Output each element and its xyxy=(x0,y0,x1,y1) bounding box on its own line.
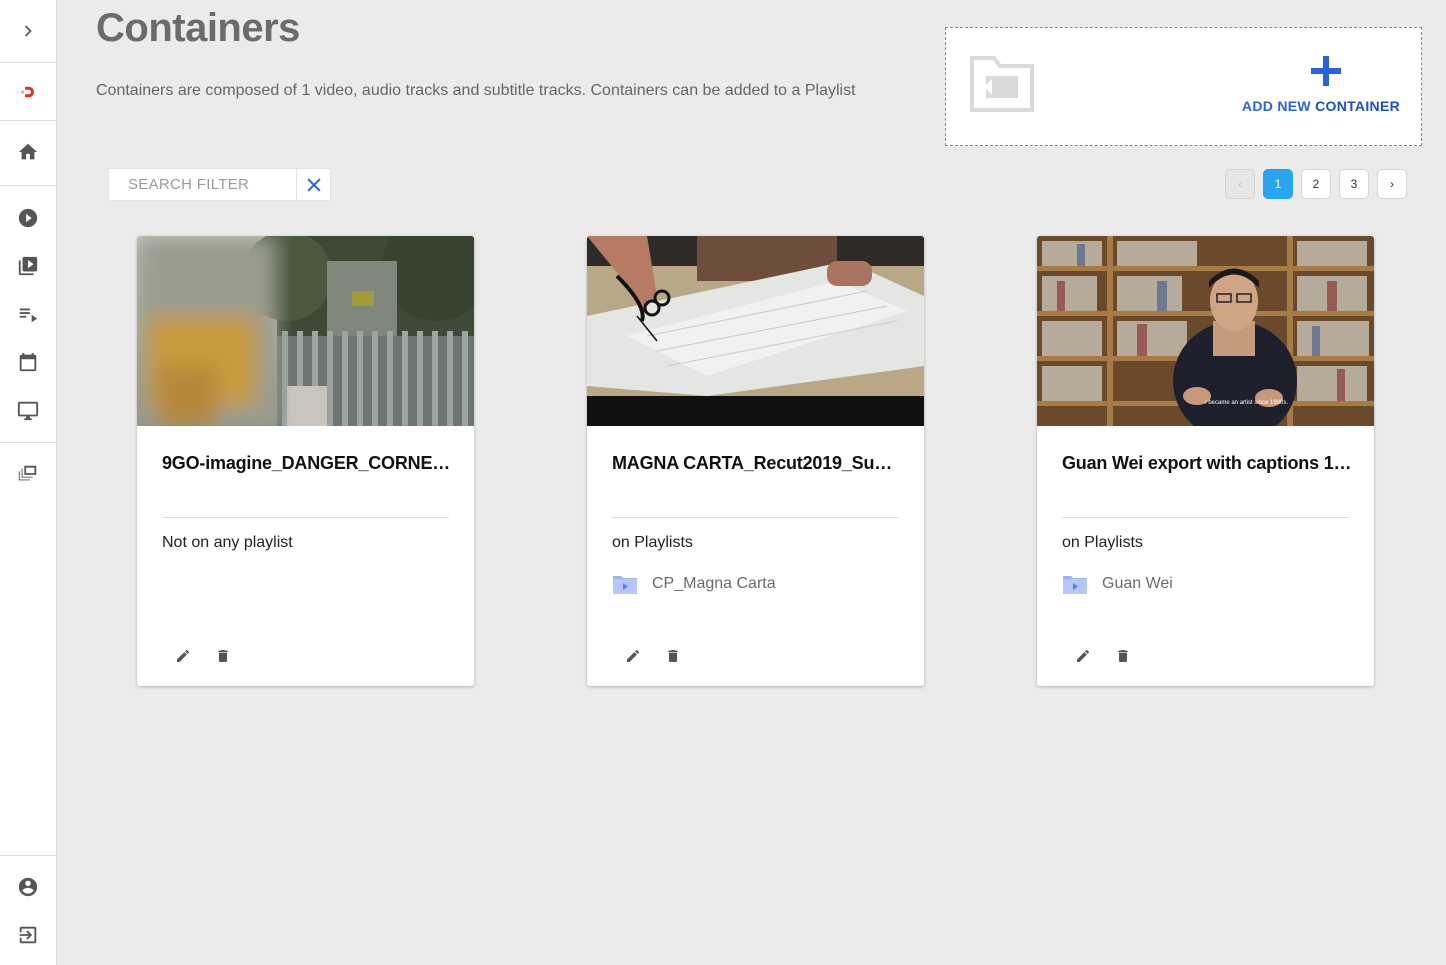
nav-logout[interactable] xyxy=(0,913,56,957)
add-new-container-label: ADD NEW CONTAINER xyxy=(1241,98,1400,114)
logout-icon xyxy=(19,926,37,944)
nav-home[interactable] xyxy=(0,130,56,174)
nav-playlists[interactable] xyxy=(0,292,56,336)
pagination-next-button[interactable]: › xyxy=(1377,169,1407,199)
monitor-icon xyxy=(17,401,39,421)
delete-button[interactable] xyxy=(213,646,233,666)
card-actions xyxy=(1073,646,1153,666)
pagination-page-3[interactable]: 3 xyxy=(1339,169,1369,199)
container-title: Guan Wei export with captions 1… xyxy=(1062,453,1352,473)
container-card[interactable]: 9GO-imagine_DANGER_CORNELI… Not on any p… xyxy=(137,236,474,686)
playlist-status: Not on any playlist xyxy=(162,534,293,551)
playlist-icon xyxy=(19,308,38,323)
edit-button[interactable] xyxy=(623,646,643,666)
delete-button[interactable] xyxy=(1113,646,1133,666)
playlist-link[interactable]: CP_Magna Carta xyxy=(612,573,776,595)
expand-sidebar-button[interactable] xyxy=(0,7,56,55)
playlist-status: on Playlists xyxy=(1062,534,1143,551)
chevron-right-icon xyxy=(24,25,32,37)
trash-icon xyxy=(1118,650,1128,662)
card-actions xyxy=(623,646,703,666)
container-thumbnail xyxy=(587,236,924,426)
playlist-folder-icon xyxy=(613,576,637,594)
trash-icon xyxy=(218,650,228,662)
nav-containers[interactable] xyxy=(0,244,56,288)
playlist-link[interactable]: Guan Wei xyxy=(1062,573,1173,595)
container-card[interactable]: MAGNA CARTA_Recut2019_Sub… on Playlists … xyxy=(587,236,924,686)
video-library-icon xyxy=(18,256,38,276)
logo-icon xyxy=(21,86,34,98)
sidebar xyxy=(0,0,57,965)
playlist-name: CP_Magna Carta xyxy=(652,575,776,592)
play-circle-icon xyxy=(18,208,38,228)
app-logo[interactable] xyxy=(0,70,56,114)
playlist-folder-icon xyxy=(1063,576,1087,594)
clear-search-button[interactable] xyxy=(296,169,330,200)
calendar-icon xyxy=(19,352,37,372)
nav-schedule[interactable] xyxy=(0,340,56,384)
account-circle-icon xyxy=(18,877,38,897)
pagination-prev-button[interactable]: ‹ xyxy=(1225,169,1255,199)
container-card[interactable]: I became an artist since 1980s. Guan Wei… xyxy=(1037,236,1374,686)
container-thumbnail xyxy=(137,236,474,426)
playlist-name: Guan Wei xyxy=(1102,575,1173,592)
home-icon xyxy=(18,143,38,160)
page-description: Containers are composed of 1 video, audi… xyxy=(96,82,856,99)
container-title: MAGNA CARTA_Recut2019_Sub… xyxy=(612,453,902,473)
card-actions xyxy=(173,646,253,666)
pagination-page-2[interactable]: 2 xyxy=(1301,169,1331,199)
edit-button[interactable] xyxy=(1073,646,1093,666)
plus-icon xyxy=(1311,56,1341,86)
nav-videos[interactable] xyxy=(0,196,56,240)
subtitle-caption: I became an artist since 1980s. xyxy=(1205,400,1288,406)
screens-group-icon xyxy=(18,465,37,481)
pencil-icon xyxy=(177,649,189,662)
edit-button[interactable] xyxy=(173,646,193,666)
nav-account[interactable] xyxy=(0,865,56,909)
pencil-icon xyxy=(627,649,639,662)
container-title: 9GO-imagine_DANGER_CORNELI… xyxy=(162,453,452,473)
card-divider xyxy=(612,517,899,518)
trash-icon xyxy=(668,650,678,662)
pencil-icon xyxy=(1077,649,1089,662)
nav-screens[interactable] xyxy=(0,388,56,432)
playlist-status: on Playlists xyxy=(612,534,693,551)
page-title: Containers xyxy=(96,6,300,50)
search-filter xyxy=(108,168,331,201)
delete-button[interactable] xyxy=(663,646,683,666)
search-input[interactable] xyxy=(109,169,296,200)
close-icon xyxy=(306,177,321,192)
card-divider xyxy=(162,517,449,518)
container-thumbnail: I became an artist since 1980s. xyxy=(1037,236,1374,426)
add-new-container-button[interactable]: ADD NEW CONTAINER xyxy=(945,27,1422,146)
card-divider xyxy=(1062,517,1349,518)
nav-screen-groups[interactable] xyxy=(0,452,56,496)
pagination-page-1[interactable]: 1 xyxy=(1263,169,1293,199)
video-folder-icon xyxy=(970,56,1034,112)
